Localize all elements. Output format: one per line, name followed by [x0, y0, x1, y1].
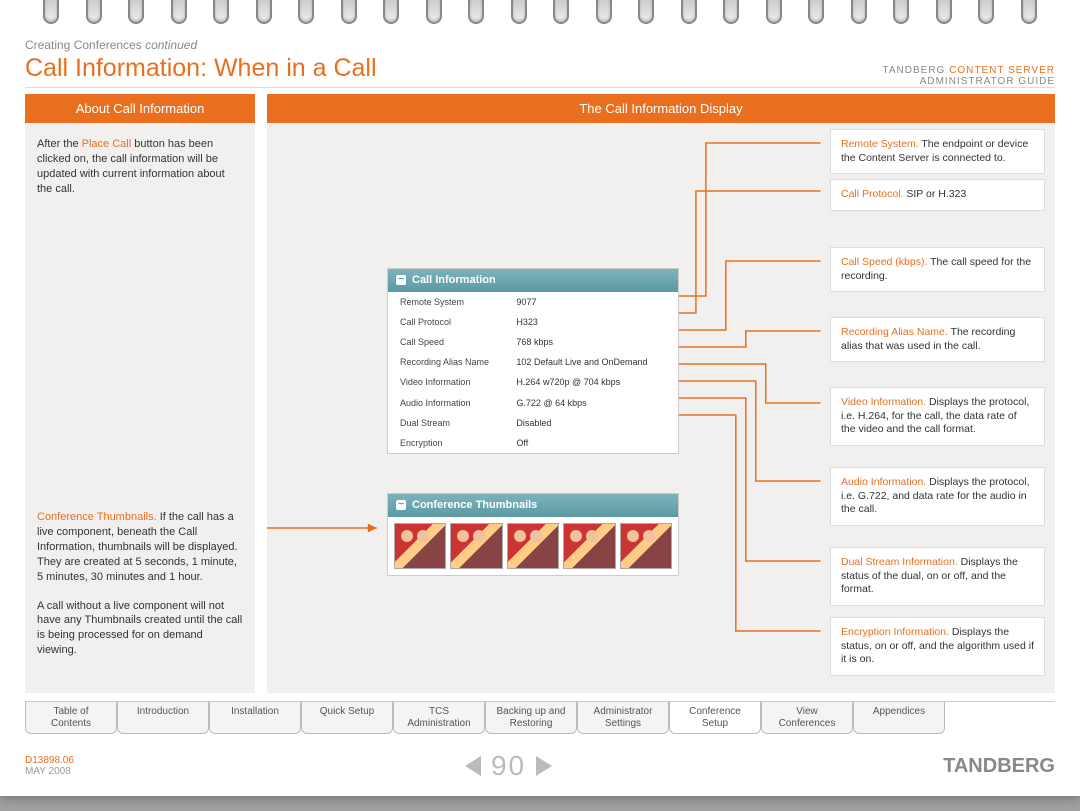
- callout-box: Encryption Information. Displays the sta…: [830, 617, 1045, 676]
- callout-term: Call Speed (kbps).: [841, 256, 927, 268]
- call-info-panel: − Call Information Remote System9077Call…: [387, 268, 679, 454]
- doc-product: CONTENT SERVER: [949, 65, 1055, 76]
- table-row: Audio InformationG.722 @ 64 kbps: [388, 393, 678, 413]
- thumbnail: [394, 523, 446, 569]
- nav-tab[interactable]: Appendices: [853, 702, 945, 734]
- doc-meta: TANDBERG CONTENT SERVER ADMINISTRATOR GU…: [883, 65, 1055, 87]
- row-value: G.722 @ 64 kbps: [514, 393, 678, 413]
- thumbnail: [620, 523, 672, 569]
- callout-box: Dual Stream Information. Displays the st…: [830, 547, 1045, 606]
- nav-tab[interactable]: Introduction: [117, 702, 209, 734]
- row-value: Disabled: [514, 413, 678, 433]
- nav-tab[interactable]: Backing up andRestoring: [485, 702, 577, 734]
- nav-tab[interactable]: TCSAdministration: [393, 702, 485, 734]
- row-label: Call Speed: [388, 332, 514, 352]
- thumbnail: [450, 523, 502, 569]
- thumbnails-panel: − Conference Thumbnails: [387, 493, 679, 576]
- callout-term: Encryption Information.: [841, 626, 949, 638]
- left-para-2: Conference Thumbnails. If the call has a…: [37, 510, 243, 584]
- callout-box: Audio Information. Displays the protocol…: [830, 467, 1045, 526]
- left-para-1: After the Place Call button has been cli…: [37, 137, 243, 196]
- thumbs-title: Conference Thumbnails: [412, 498, 537, 513]
- thumbnail: [563, 523, 615, 569]
- table-row: EncryptionOff: [388, 433, 678, 453]
- row-value: Off: [514, 433, 678, 453]
- nav-tabs: Table ofContentsIntroductionInstallation…: [25, 701, 1055, 734]
- row-label: Recording Alias Name: [388, 352, 514, 372]
- table-row: Remote System9077: [388, 292, 678, 312]
- nav-tab[interactable]: Quick Setup: [301, 702, 393, 734]
- nav-tab[interactable]: ConferenceSetup: [669, 702, 761, 734]
- callout-term: Dual Stream Information.: [841, 556, 958, 568]
- callout-term: Audio Information.: [841, 476, 926, 488]
- footer-left: D13898.06 MAY 2008: [25, 755, 74, 777]
- main-column: The Call Information Display: [267, 94, 1055, 693]
- table-row: Call Speed768 kbps: [388, 332, 678, 352]
- row-label: Remote System: [388, 292, 514, 312]
- footer: D13898.06 MAY 2008 90 TANDBERG: [0, 744, 1080, 796]
- row-label: Video Information: [388, 372, 514, 392]
- table-row: Recording Alias Name102 Default Live and…: [388, 352, 678, 372]
- breadcrumb-prefix: Creating Conferences: [25, 38, 145, 52]
- pager: 90: [465, 750, 552, 782]
- next-page-icon[interactable]: [536, 756, 552, 776]
- nav-tab[interactable]: AdministratorSettings: [577, 702, 669, 734]
- doc-brand: TANDBERG: [883, 65, 950, 76]
- left-column: About Call Information After the Place C…: [25, 94, 255, 693]
- doc-date: MAY 2008: [25, 766, 74, 777]
- nav-tab[interactable]: Table ofContents: [25, 702, 117, 734]
- page: Creating Conferences continued Call Info…: [0, 0, 1080, 796]
- doc-subtitle: ADMINISTRATOR GUIDE: [883, 76, 1055, 87]
- callout-box: Recording Alias Name. The recording alia…: [830, 317, 1045, 362]
- row-value: H323: [514, 312, 678, 332]
- call-info-table: Remote System9077Call ProtocolH323Call S…: [388, 292, 678, 453]
- table-row: Dual StreamDisabled: [388, 413, 678, 433]
- row-value: 102 Default Live and OnDemand: [514, 352, 678, 372]
- callout-box: Call Speed (kbps). The call speed for th…: [830, 247, 1045, 292]
- nav-tab[interactable]: Installation: [209, 702, 301, 734]
- row-value: 9077: [514, 292, 678, 312]
- left-header: About Call Information: [25, 94, 255, 123]
- main-header: The Call Information Display: [267, 94, 1055, 123]
- thumbnail: [507, 523, 559, 569]
- breadcrumb: Creating Conferences continued: [25, 38, 1055, 52]
- row-label: Audio Information: [388, 393, 514, 413]
- table-row: Video InformationH.264 w720p @ 704 kbps: [388, 372, 678, 392]
- callout-box: Remote System. The endpoint or device th…: [830, 129, 1045, 174]
- callout-term: Remote System.: [841, 138, 919, 150]
- panel-title: Call Information: [412, 273, 496, 288]
- row-value: H.264 w720p @ 704 kbps: [514, 372, 678, 392]
- brand-logo: TANDBERG: [943, 755, 1055, 778]
- panel-header: − Call Information: [388, 269, 678, 292]
- table-row: Call ProtocolH323: [388, 312, 678, 332]
- callout-text: SIP or H.323: [903, 188, 966, 200]
- nav-tab[interactable]: ViewConferences: [761, 702, 853, 734]
- callout-term: Call Protocol.: [841, 188, 903, 200]
- thumbs-header: − Conference Thumbnails: [388, 494, 678, 517]
- row-value: 768 kbps: [514, 332, 678, 352]
- prev-page-icon[interactable]: [465, 756, 481, 776]
- collapse-icon[interactable]: −: [396, 500, 406, 510]
- callout-box: Video Information. Displays the protocol…: [830, 387, 1045, 446]
- callout-term: Video Information.: [841, 396, 926, 408]
- page-number: 90: [491, 750, 526, 782]
- row-label: Call Protocol: [388, 312, 514, 332]
- row-label: Encryption: [388, 433, 514, 453]
- diagram-area: − Call Information Remote System9077Call…: [267, 123, 1055, 693]
- callout-box: Call Protocol. SIP or H.323: [830, 179, 1045, 211]
- row-label: Dual Stream: [388, 413, 514, 433]
- spiral-binding: [0, 0, 1080, 30]
- collapse-icon[interactable]: −: [396, 275, 406, 285]
- breadcrumb-suffix: continued: [145, 38, 197, 52]
- left-para-3: A call without a live component will not…: [37, 599, 243, 658]
- page-title: Call Information: When in a Call: [25, 54, 377, 83]
- callout-term: Recording Alias Name.: [841, 326, 948, 338]
- doc-id: D13898.06: [25, 755, 74, 766]
